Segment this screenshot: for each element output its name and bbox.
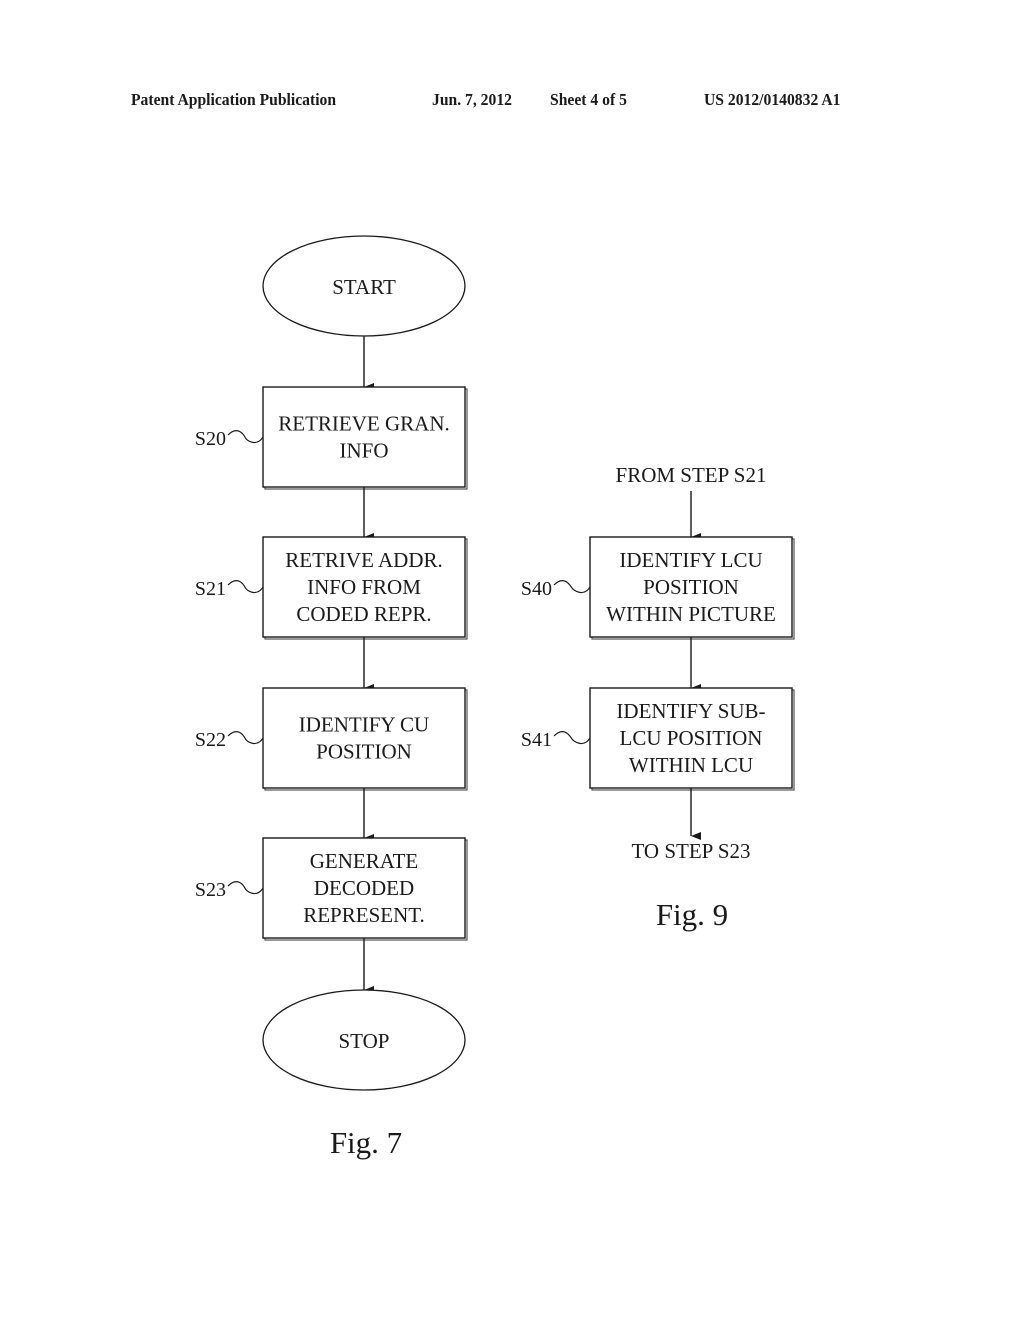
box-text-line: POSITION xyxy=(643,575,739,599)
step-box-s20: RETRIEVE GRAN. INFO xyxy=(262,386,468,490)
step-box-s21: RETRIVE ADDR. INFO FROM CODED REPR. xyxy=(262,536,468,640)
box-text-line: RETRIVE ADDR. xyxy=(285,548,443,572)
leader-line xyxy=(227,731,264,745)
step-id: S23 xyxy=(195,879,226,901)
start-terminal: START xyxy=(262,235,466,337)
step-id: S22 xyxy=(195,729,226,751)
box-text-line: REPRESENT. xyxy=(303,903,425,927)
box-text-line: WITHIN PICTURE xyxy=(606,602,776,626)
terminal-label: START xyxy=(332,275,396,299)
entry-connector-label: FROM STEP S21 xyxy=(616,463,767,487)
box-text-line: IDENTIFY CU xyxy=(299,713,429,737)
box-text-line: LCU POSITION xyxy=(620,726,763,750)
terminal-label: STOP xyxy=(339,1029,390,1053)
figure-9: FROM STEP S21 IDENTIFY LCU POSITION WITHIN … xyxy=(521,463,795,932)
step-label-s20: S20 xyxy=(195,428,264,450)
step-box-s22: IDENTIFY CU POSITION xyxy=(262,687,468,791)
figure-7: START RETRIEVE GRAN. INFO S20 RETRIVE ADDR. I… xyxy=(195,235,468,1160)
box-text-line: WITHIN LCU xyxy=(629,753,753,777)
step-label-s22: S22 xyxy=(195,729,264,751)
step-label-s41: S41 xyxy=(521,729,591,751)
exit-connector-label: TO STEP S23 xyxy=(631,839,750,863)
box-text-line: RETRIEVE GRAN. xyxy=(278,412,450,436)
step-id: S20 xyxy=(195,428,226,450)
box-text-line: GENERATE xyxy=(310,849,419,873)
step-id: S21 xyxy=(195,578,226,600)
leader-line xyxy=(553,580,591,594)
box-text-line: DECODED xyxy=(314,876,414,900)
step-box-s41: IDENTIFY SUB- LCU POSITION WITHIN LCU xyxy=(589,687,795,791)
step-box-s23: GENERATE DECODED REPRESENT. xyxy=(262,837,468,941)
step-label-s21: S21 xyxy=(195,578,264,600)
process-box xyxy=(262,386,466,488)
stop-terminal: STOP xyxy=(262,989,466,1091)
leader-line xyxy=(553,731,591,745)
box-text-line: IDENTIFY SUB- xyxy=(616,699,765,723)
step-id: S41 xyxy=(521,729,552,751)
box-text-line: INFO xyxy=(339,439,388,463)
process-box xyxy=(262,687,466,789)
leader-line xyxy=(227,580,264,594)
leader-line xyxy=(227,430,264,444)
step-id: S40 xyxy=(521,578,552,600)
step-label-s40: S40 xyxy=(521,578,591,600)
box-text-line: CODED REPR. xyxy=(296,602,431,626)
flowchart-canvas: START RETRIEVE GRAN. INFO S20 RETRIVE ADDR. I… xyxy=(195,235,795,1160)
leader-line xyxy=(227,881,264,895)
figure-caption: Fig. 9 xyxy=(656,897,728,932)
figure-caption: Fig. 7 xyxy=(330,1125,402,1160)
step-box-s40: IDENTIFY LCU POSITION WITHIN PICTURE xyxy=(589,536,795,640)
box-text-line: IDENTIFY LCU xyxy=(619,548,762,572)
step-label-s23: S23 xyxy=(195,879,264,901)
box-text-line: POSITION xyxy=(316,740,412,764)
box-text-line: INFO FROM xyxy=(307,575,421,599)
